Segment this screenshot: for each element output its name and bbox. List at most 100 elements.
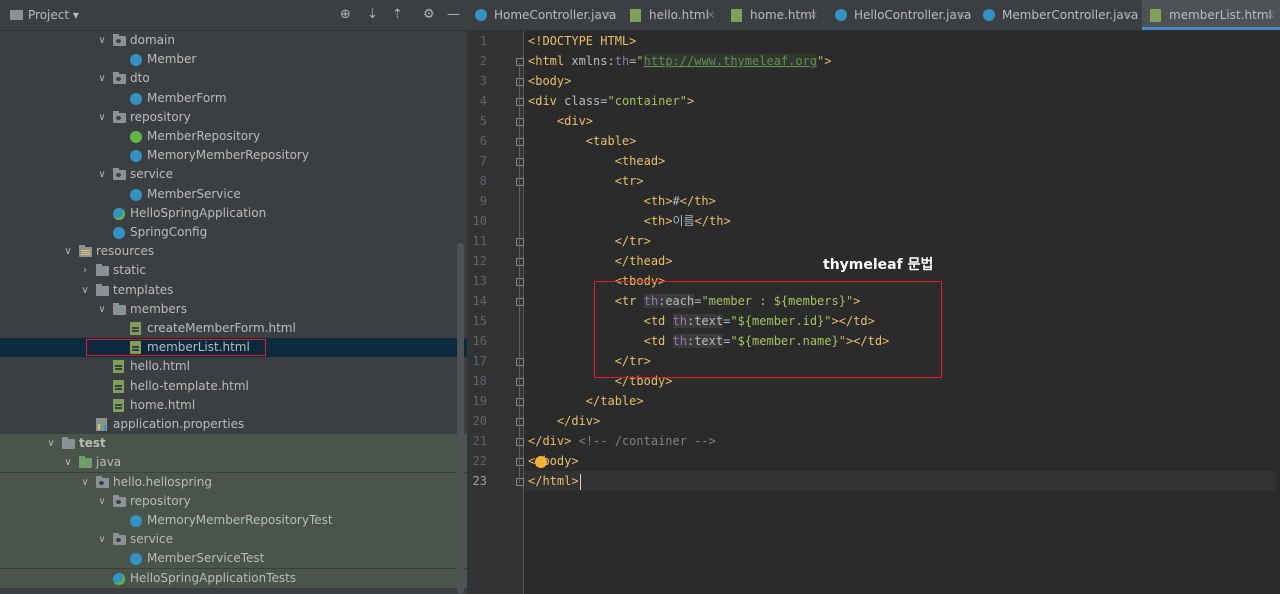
editor-tab[interactable]: memberList.html ×: [1142, 0, 1280, 30]
tree-item[interactable]: ∨ repository: [0, 108, 467, 127]
html-file-icon: [113, 398, 124, 412]
line-number: 1: [479, 34, 487, 48]
collapse-all-icon[interactable]: ⇣: [367, 7, 378, 23]
project-scrollbar[interactable]: [457, 243, 464, 594]
line-number: 2: [479, 54, 487, 68]
tree-item-label: hello.html: [130, 359, 190, 374]
editor-tab[interactable]: MemberController.java ×: [975, 0, 1138, 30]
tree-item[interactable]: MemberService: [0, 185, 467, 204]
tree-item[interactable]: ∨ members: [0, 300, 467, 319]
close-icon[interactable]: ×: [706, 0, 715, 30]
tree-item[interactable]: MemberRepository: [0, 127, 467, 146]
chevron-down-icon[interactable]: ∨: [96, 108, 108, 127]
html-file-icon: [113, 379, 124, 393]
tree-item-label: templates: [113, 282, 174, 297]
tree-item[interactable]: home.html: [0, 396, 467, 415]
gear-icon[interactable]: ⚙: [423, 7, 435, 23]
chevron-down-icon[interactable]: ∨: [96, 69, 108, 88]
close-icon[interactable]: ×: [957, 0, 966, 30]
tree-item[interactable]: hello-template.html: [0, 377, 467, 396]
tree-item[interactable]: ∨ domain: [0, 31, 467, 50]
tree-item[interactable]: HelloSpringApplication: [0, 204, 467, 223]
tree-item[interactable]: MemoryMemberRepositoryTest: [0, 511, 467, 530]
package-folder-icon: [113, 533, 126, 546]
tree-item[interactable]: ∨ resources: [0, 242, 467, 261]
tree-item[interactable]: ∨ repository: [0, 491, 467, 511]
chevron-down-icon[interactable]: ∨: [96, 300, 108, 319]
tree-item[interactable]: MemoryMemberRepository: [0, 146, 467, 165]
folder-icon: [96, 283, 109, 296]
chevron-down-icon[interactable]: ∨: [79, 473, 91, 492]
tab-label: HelloController.java: [854, 8, 972, 22]
chevron-down-icon[interactable]: ∨: [96, 492, 108, 511]
line-number: 16: [472, 334, 487, 348]
tab-label: home.html: [750, 8, 816, 22]
tree-item[interactable]: ∨ service: [0, 530, 467, 550]
close-icon[interactable]: ×: [603, 0, 612, 30]
code-line-12: </thead>: [614, 254, 673, 268]
lightbulb-icon[interactable]: [535, 456, 547, 468]
code-line-10: <th>이름</th>: [643, 214, 731, 228]
expand-all-icon[interactable]: ⇡: [392, 7, 403, 23]
test-sources-folder-icon: [79, 456, 92, 469]
locate-target-icon[interactable]: ⊕: [340, 7, 351, 23]
html-file-icon: [130, 322, 141, 335]
tree-item-label: dto: [130, 71, 150, 86]
spring-app-class-icon: [113, 572, 125, 585]
package-folder-icon: [113, 34, 126, 46]
editor-tab[interactable]: HelloController.java ×: [827, 0, 971, 30]
chevron-down-icon[interactable]: ∨: [96, 530, 108, 549]
close-icon[interactable]: ×: [1266, 0, 1275, 30]
folder-icon: [113, 302, 126, 315]
tree-item-label: application.properties: [113, 417, 245, 431]
tree-item-label: HelloSpringApplicationTests: [130, 570, 297, 585]
tree-item[interactable]: ∨ templates: [0, 281, 467, 300]
close-icon[interactable]: ×: [809, 0, 818, 30]
editor-gutter: 1 2 3 4 5 6 7 8 9 10 11 12 13 14 15 16 17 18 19 20 21 22 23: [467, 31, 524, 594]
tab-label: memberList.html: [1169, 8, 1272, 22]
tree-item-label: MemberRepository: [147, 129, 261, 143]
editor-tab[interactable]: HomeController.java ×: [467, 0, 617, 30]
tree-item[interactable]: MemberServiceTest: [0, 549, 467, 569]
tree-item[interactable]: › static: [0, 261, 467, 280]
tree-item[interactable]: Member: [0, 50, 467, 69]
tree-item[interactable]: ∨ hello.hellospring: [0, 472, 467, 492]
chevron-down-icon: ▾: [72, 8, 79, 22]
tree-item-label: HelloSpringApplication: [130, 205, 267, 220]
folder-icon: [10, 10, 23, 20]
tree-item[interactable]: ∨ java: [0, 453, 467, 473]
tree-item[interactable]: ∨ service: [0, 165, 467, 184]
project-view-selector[interactable]: Project ▾: [28, 8, 79, 22]
tree-item-label: MemoryMemberRepositoryTest: [147, 513, 333, 527]
tree-item[interactable]: HelloSpringApplicationTests: [0, 568, 467, 588]
chevron-down-icon[interactable]: ∨: [62, 453, 74, 472]
tree-item-label: service: [130, 532, 173, 547]
line-number: 9: [479, 194, 487, 208]
tree-item-label: MemberService: [147, 186, 241, 201]
chevron-down-icon[interactable]: ∨: [96, 165, 108, 184]
editor-tab-bar: HomeController.java × hello.html × home.html…: [467, 0, 1280, 31]
chevron-right-icon[interactable]: ›: [79, 261, 91, 280]
editor-tab[interactable]: hello.html ×: [622, 0, 720, 30]
html-file-icon: [630, 9, 641, 22]
hide-panel-icon[interactable]: —: [447, 7, 460, 23]
html-file-icon: [731, 9, 742, 22]
tree-item[interactable]: MemberForm: [0, 89, 467, 108]
tree-item[interactable]: ∨ test: [0, 434, 467, 454]
fold-guide-line: [519, 63, 520, 483]
tree-item[interactable]: ∨ dto: [0, 69, 467, 88]
tree-item-label: createMemberForm.html: [147, 321, 296, 335]
chevron-down-icon[interactable]: ∨: [62, 242, 74, 261]
chevron-down-icon[interactable]: ∨: [45, 434, 57, 453]
java-class-icon: [130, 553, 142, 566]
editor-tab[interactable]: home.html ×: [723, 0, 823, 30]
chevron-down-icon[interactable]: ∨: [79, 281, 91, 300]
chevron-down-icon[interactable]: ∨: [96, 31, 108, 50]
folder-icon: [96, 264, 109, 277]
tree-item[interactable]: hello.html: [0, 357, 467, 376]
tree-item[interactable]: application.properties: [0, 415, 467, 434]
tree-item-label: repository: [130, 493, 191, 508]
tree-item[interactable]: SpringConfig: [0, 223, 467, 242]
close-icon[interactable]: ×: [1124, 0, 1133, 30]
tree-item[interactable]: createMemberForm.html: [0, 319, 467, 338]
